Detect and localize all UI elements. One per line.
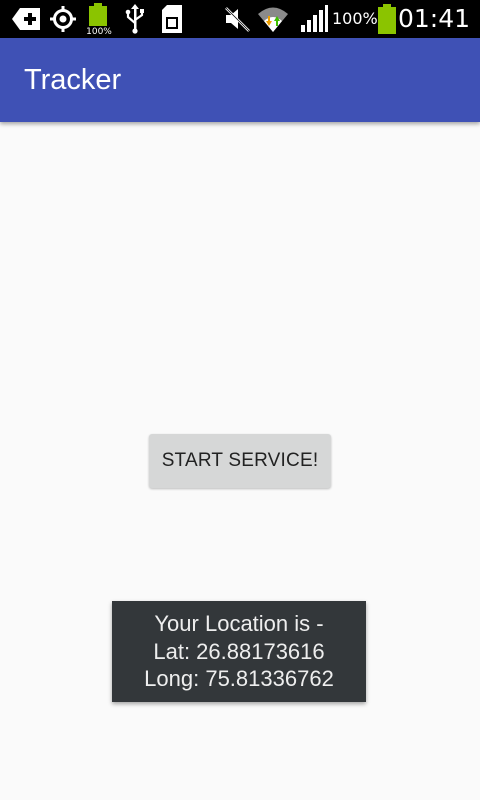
mute-icon [222,0,252,38]
app-bar: Tracker [0,38,480,122]
sd-card-icon [158,0,186,38]
toast-heading: Your Location is - [154,611,324,637]
battery-charging-icon: 100% [86,0,112,38]
small-battery-label: 100% [86,27,112,36]
longitude-text: Long: 75.81336762 [144,666,334,692]
signal-icon [298,0,330,38]
wifi-icon [256,0,290,38]
gps-icon [48,0,78,38]
status-bar: 100% 100% 01:41 [0,0,480,38]
latitude-text: Lat: 26.88173616 [153,638,325,664]
start-service-button[interactable]: START SERVICE! [149,434,331,488]
location-toast: Your Location is - Lat: 26.88173616 Long… [112,601,366,702]
page-title: Tracker [24,64,122,96]
add-box-icon [10,0,44,38]
clock: 01:41 [397,4,470,33]
battery-icon [376,0,398,38]
usb-icon [122,0,148,38]
battery-percent: 100% [332,9,378,28]
